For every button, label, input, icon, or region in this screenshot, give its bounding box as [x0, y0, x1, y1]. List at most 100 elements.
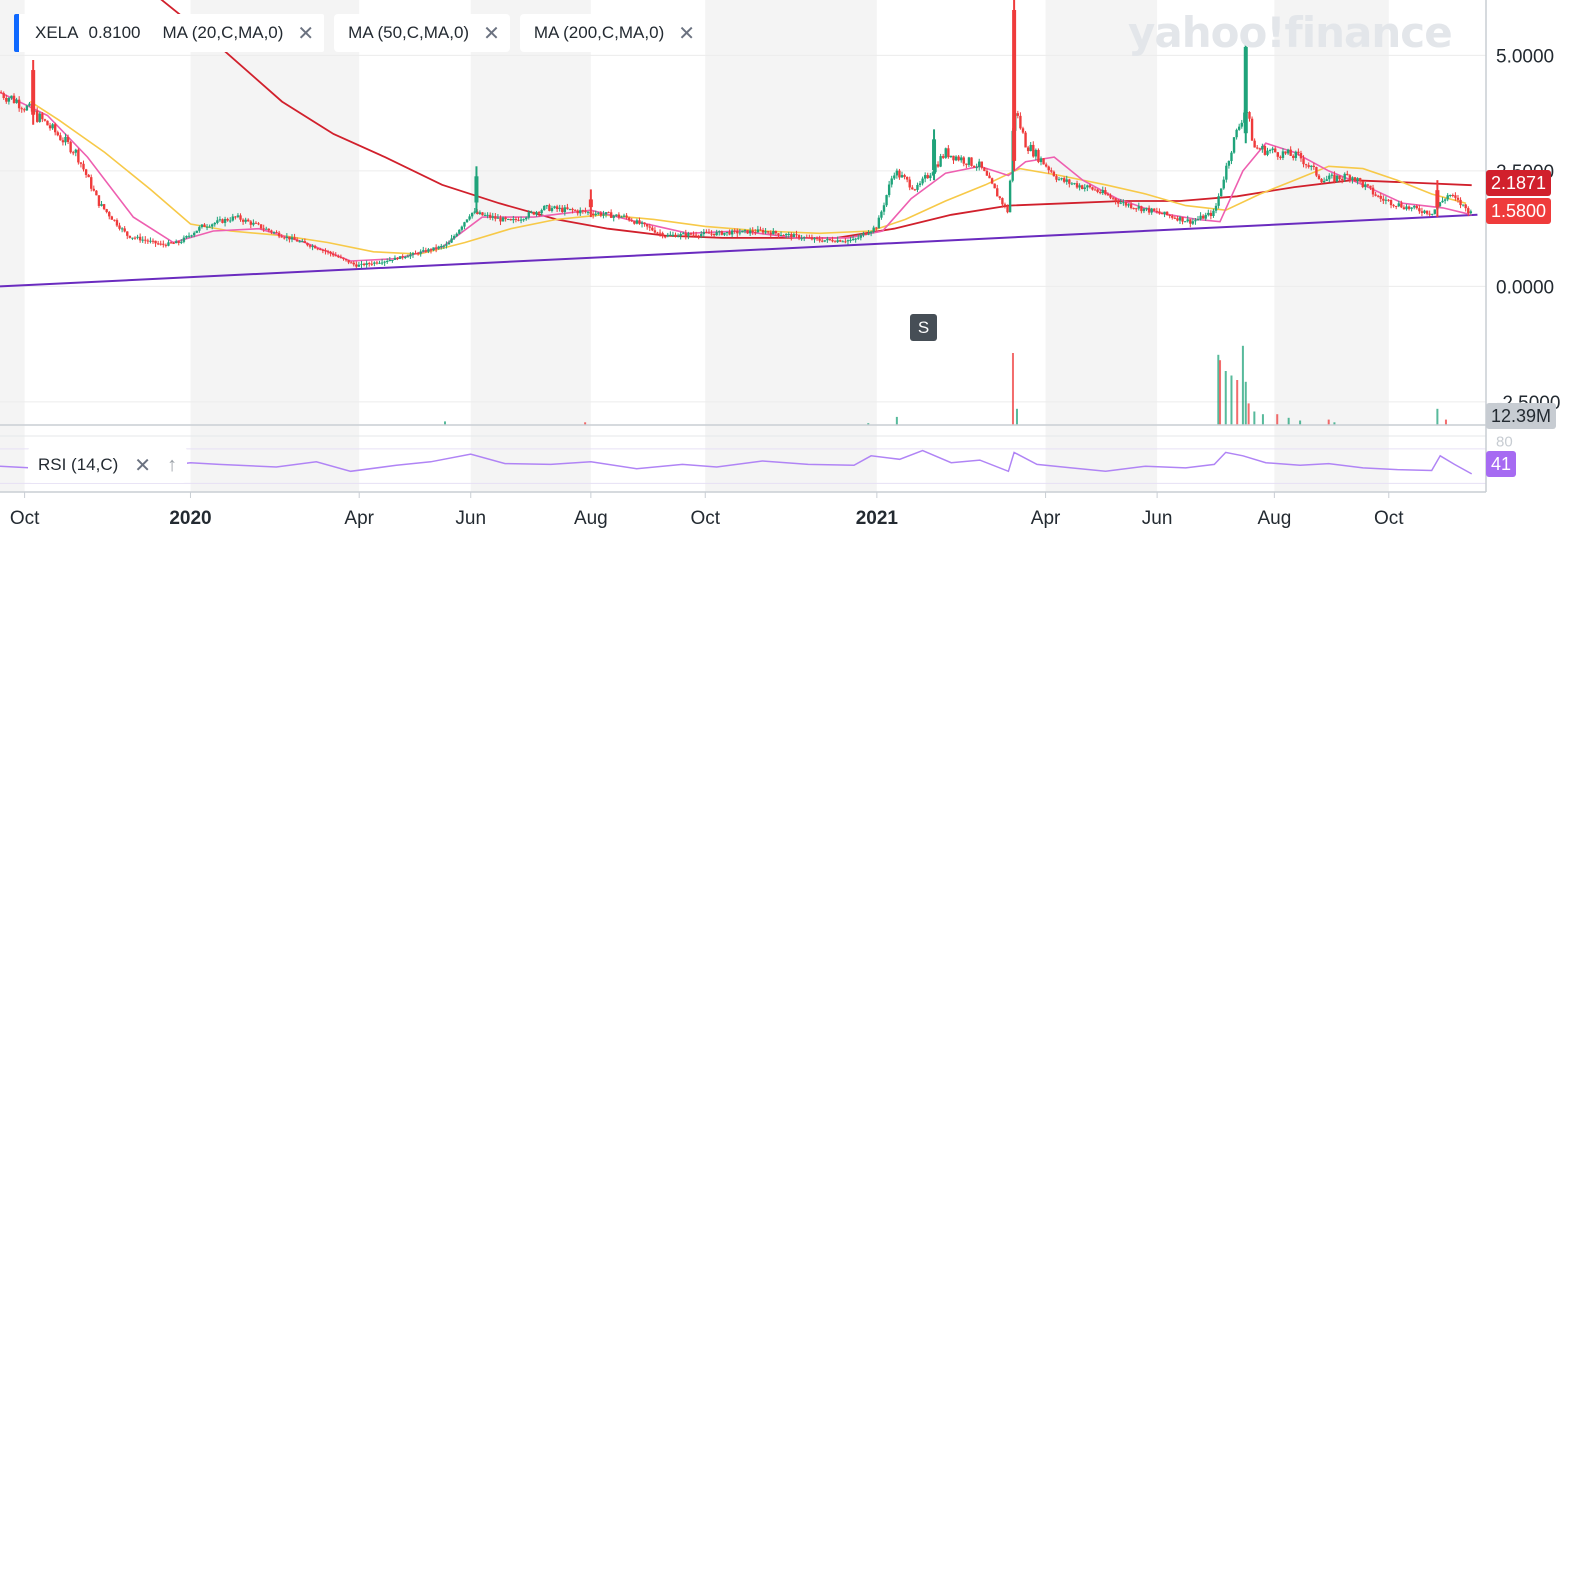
candle-body-381: [980, 161, 984, 168]
candle-body-446: [1147, 207, 1151, 213]
candle-body-521: [1340, 179, 1344, 181]
candle-body-32: [82, 163, 85, 170]
candle-body-523: [1346, 173, 1349, 176]
candle-body-207: [532, 211, 536, 215]
candle-body-410: [1055, 176, 1058, 180]
ma200-chip[interactable]: MA (200,C,MA,0) ✕: [519, 14, 705, 52]
volume-bar-5: [1015, 408, 1018, 425]
candle-body-529: [1361, 181, 1364, 188]
candle-body-197: [507, 219, 510, 221]
candle-body-218: [561, 207, 564, 212]
candle-body-52: [133, 237, 137, 239]
candle-body-459: [1181, 217, 1184, 222]
candle-body-358: [921, 178, 924, 184]
rsi-value-tag: 41: [1486, 451, 1517, 477]
candle-body-492: [1266, 150, 1269, 155]
candle-body-96: [247, 219, 250, 222]
candle-body-536: [1379, 195, 1382, 199]
candle-body-236: [607, 212, 610, 214]
candle-body-406: [1044, 164, 1048, 167]
candle-body-486: [1250, 118, 1254, 141]
event-marker-s[interactable]: S: [910, 314, 937, 341]
candle-body-27: [69, 141, 72, 153]
candle-body-361: [929, 175, 932, 179]
candle-body-404: [1039, 158, 1043, 163]
y-tick-label-0: 5.0000: [1496, 46, 1554, 67]
candle-body-326: [839, 240, 842, 242]
candle-body-102: [262, 228, 265, 230]
candle-body-11: [28, 103, 31, 106]
candle-body-160: [411, 253, 415, 255]
candle-body-50: [128, 235, 132, 238]
candle-body-350: [900, 175, 904, 178]
candle-body-224: [576, 210, 579, 214]
candle-body-568: [1461, 204, 1465, 206]
candle-body-469: [1207, 212, 1210, 215]
candle-body-333: [857, 237, 860, 239]
candle-body-331: [851, 239, 855, 241]
shaded-band-1: [190, 0, 360, 492]
rsi-legend-chip[interactable]: RSI (14,C) ✕ ↑: [28, 447, 188, 483]
candle-body-290: [746, 230, 749, 234]
candle-body-411: [1057, 179, 1061, 181]
volume-bar-14: [1253, 411, 1256, 425]
candle-body-340: [875, 227, 878, 229]
candle-body-247: [635, 220, 639, 224]
candle-body-158: [406, 256, 410, 258]
candle-body-449: [1155, 210, 1159, 212]
ma200-close-icon[interactable]: ✕: [678, 21, 695, 46]
candle-body-230: [591, 213, 595, 216]
ticker-chip[interactable]: XELA 0.8100 MA (20,C,MA,0) ✕: [14, 14, 325, 52]
candle-body-548: [1410, 207, 1413, 209]
ma20-close-icon[interactable]: ✕: [297, 21, 314, 46]
candle-body-165: [424, 250, 428, 252]
candle-body-309: [795, 234, 798, 236]
candle-body-280: [720, 231, 724, 235]
candle-body-8: [20, 108, 23, 110]
rsi-close-icon[interactable]: ✕: [134, 453, 151, 478]
candle-body-388: [998, 196, 1002, 199]
candle-body-447: [1150, 208, 1153, 213]
candle-body-346: [890, 178, 893, 185]
candle-body-430: [1106, 194, 1110, 196]
candle-body-467: [1201, 215, 1205, 219]
candle-body-61: [156, 243, 160, 245]
candle-body-33: [84, 169, 88, 175]
candle-body-109: [280, 236, 283, 238]
candle-body-402: [1034, 149, 1038, 157]
arrow-up-icon[interactable]: ↑: [167, 454, 177, 477]
candle-body-319: [821, 240, 824, 242]
candle-body-16: [41, 113, 44, 120]
candle-body-354: [911, 187, 914, 190]
candle-body-444: [1142, 208, 1146, 212]
price-chart[interactable]: 80 5.00002.50000.0000-2.5000Oct2020AprJu…: [0, 0, 1582, 560]
candle-body-179: [460, 226, 464, 230]
candle-body-307: [790, 234, 793, 238]
candle-body-383: [985, 170, 989, 176]
candle-body-105: [270, 230, 273, 233]
candle-body-375: [965, 163, 968, 165]
spike-body-4: [1012, 10, 1017, 161]
candle-body-103: [265, 228, 268, 230]
candle-body-520: [1338, 175, 1341, 180]
candle-body-17: [43, 119, 47, 121]
candle-body-104: [267, 228, 271, 231]
ma50-chip[interactable]: MA (50,C,MA,0) ✕: [334, 14, 510, 52]
candle-body-470: [1209, 212, 1213, 217]
candle-body-526: [1353, 177, 1357, 182]
candle-body-76: [195, 230, 198, 233]
candle-body-214: [550, 208, 554, 211]
candle-body-88: [226, 218, 229, 221]
candle-body-193: [496, 217, 500, 219]
ma50-close-icon[interactable]: ✕: [483, 21, 500, 46]
candle-body-54: [138, 236, 142, 241]
candle-body-212: [545, 205, 549, 207]
candle-body-19: [48, 125, 52, 129]
ma200-price-tag: 2.1871: [1486, 170, 1552, 196]
candle-body-18: [46, 120, 49, 126]
candle-body-57: [146, 240, 150, 242]
candle-body-262: [674, 234, 677, 237]
candle-body-302: [777, 233, 780, 236]
candle-body-567: [1459, 199, 1462, 206]
candle-body-67: [172, 243, 175, 245]
